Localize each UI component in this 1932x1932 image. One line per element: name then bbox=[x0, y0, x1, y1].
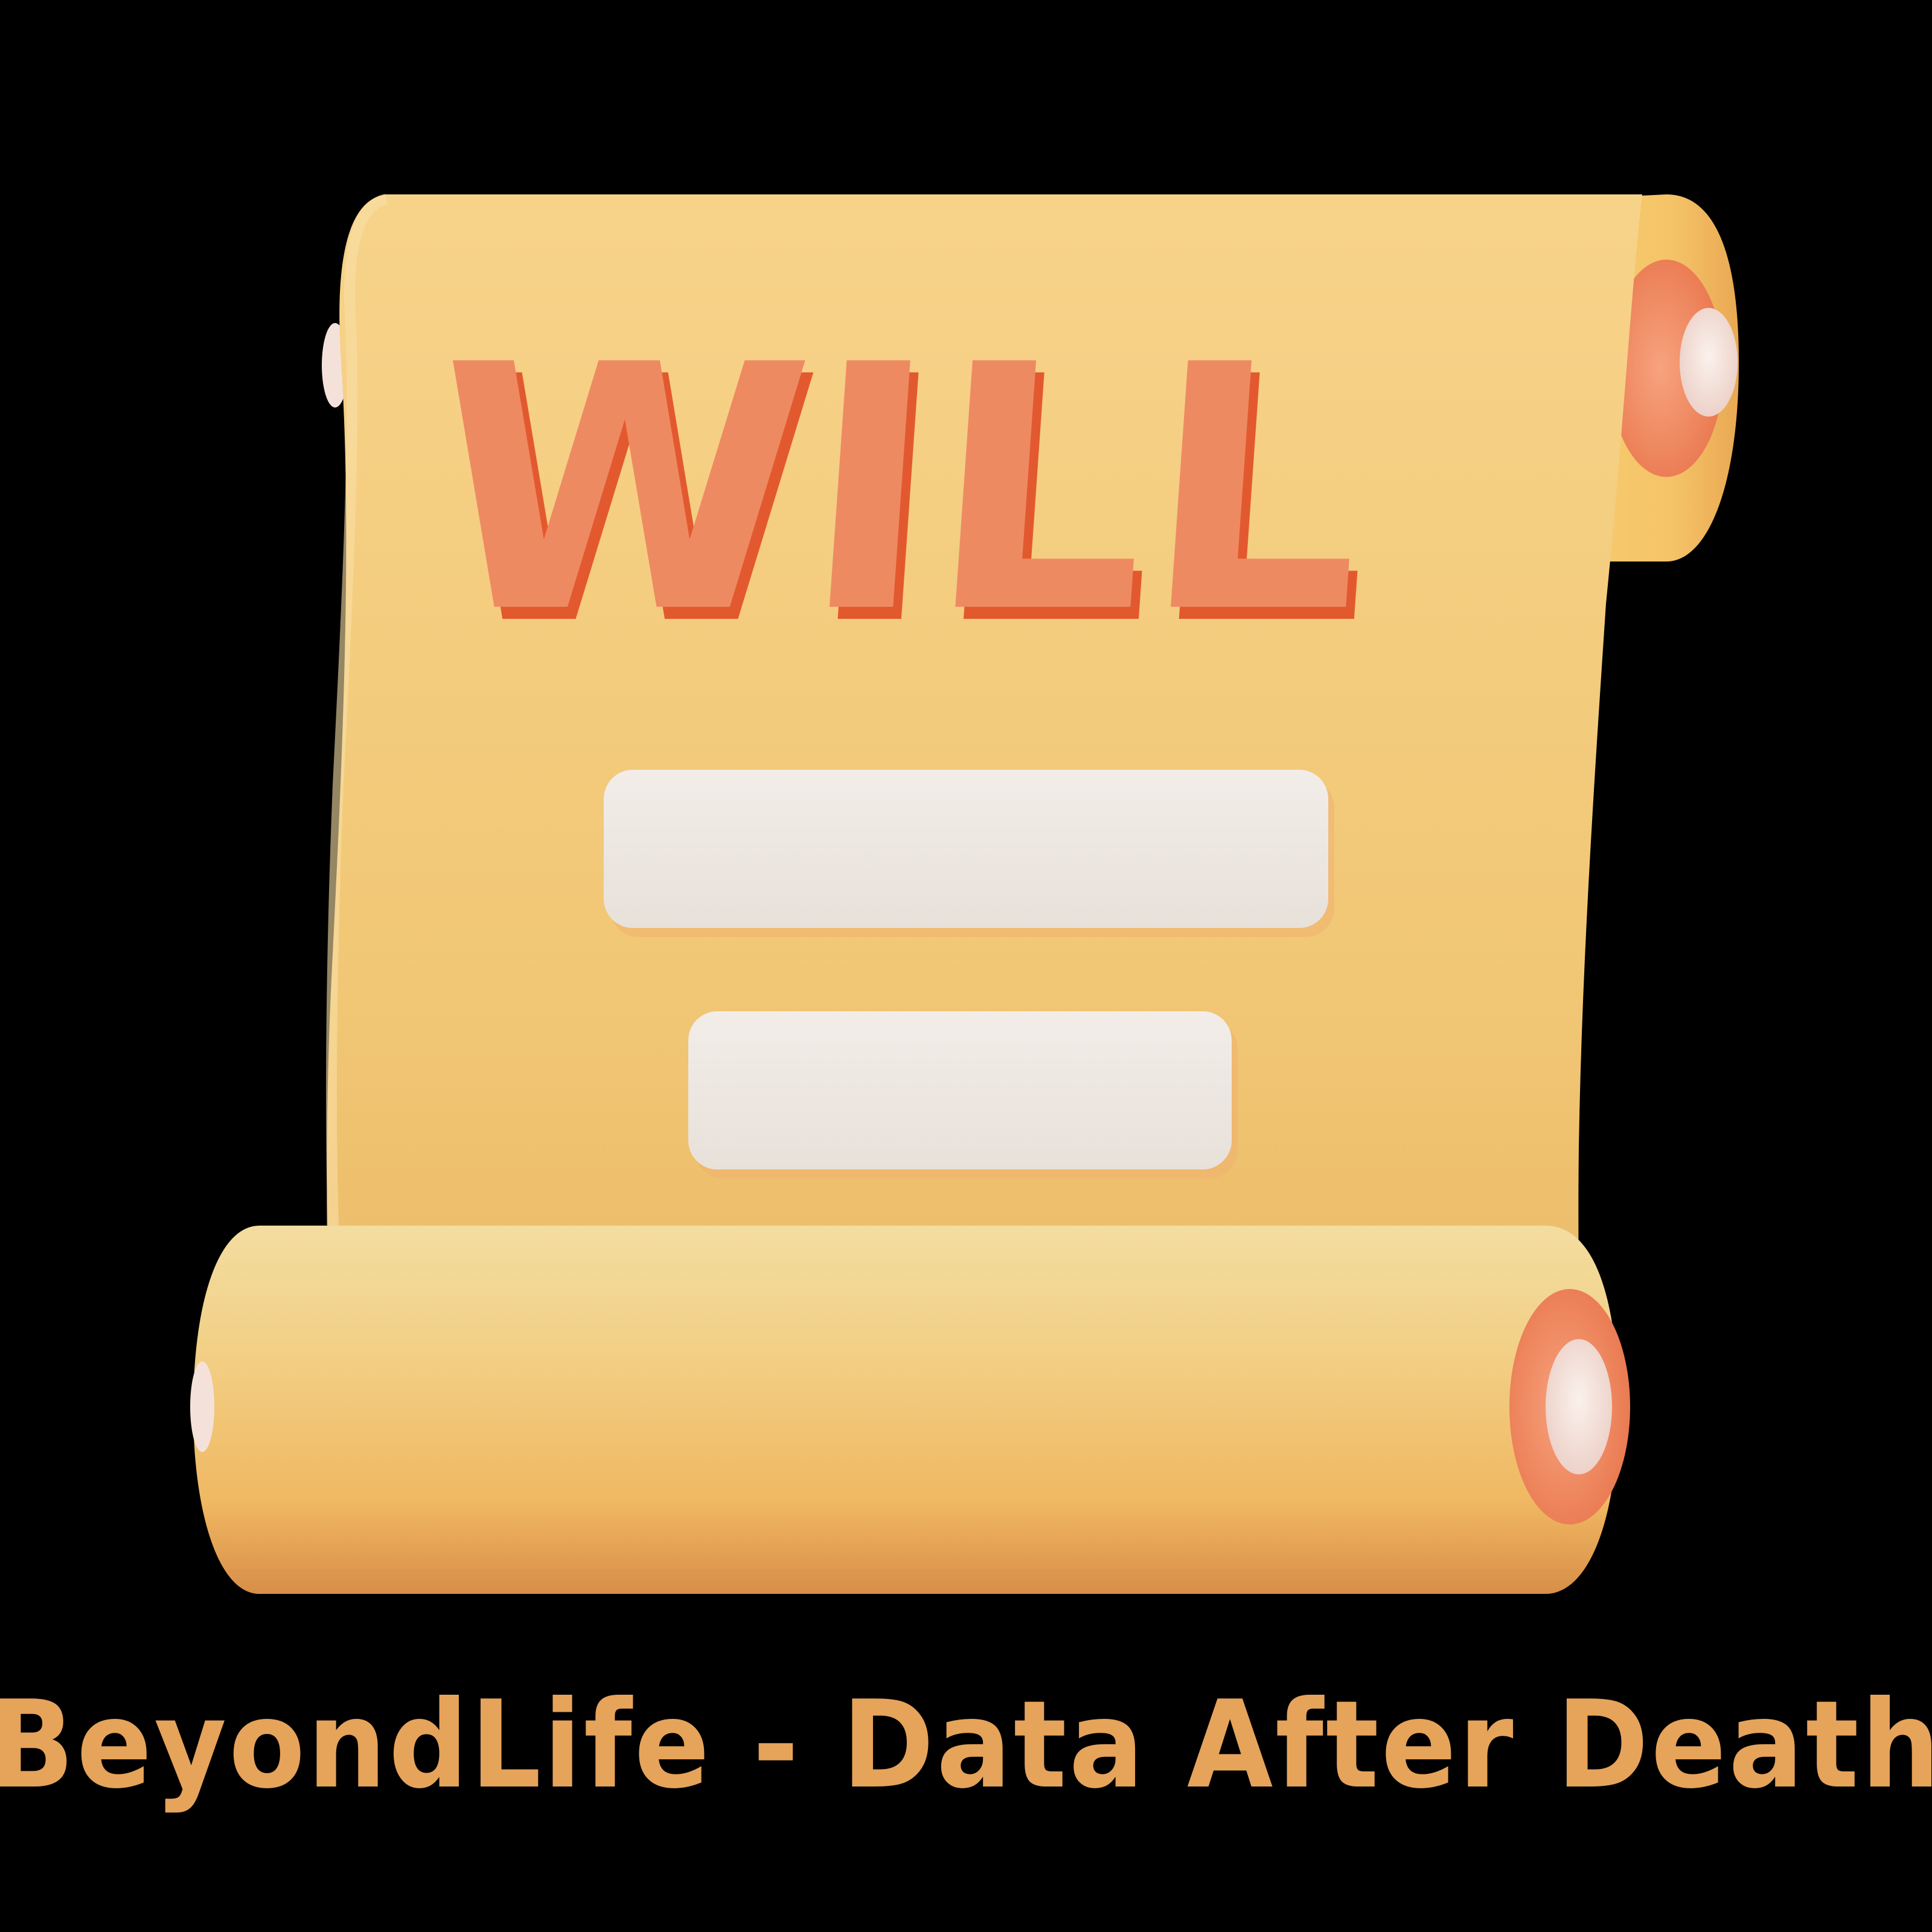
top-roller-knob bbox=[1680, 308, 1738, 417]
text-line-placeholder-2 bbox=[688, 1011, 1232, 1169]
text-line-placeholder-1 bbox=[604, 770, 1328, 928]
caption-title: BeyondLife - Data After Death bbox=[0, 1674, 1932, 1815]
will-scroll-illustration: WILL WILL BeyondLife - Data After Death bbox=[0, 0, 1932, 1932]
bottom-roller bbox=[190, 1226, 1630, 1594]
bottom-roller-left-knob bbox=[190, 1361, 214, 1452]
scroll-graphic: WILL WILL bbox=[190, 194, 1739, 1594]
bottom-roller-knob bbox=[1546, 1339, 1612, 1474]
will-heading: WILL WILL bbox=[420, 294, 1386, 699]
will-heading-text: WILL bbox=[420, 294, 1377, 687]
